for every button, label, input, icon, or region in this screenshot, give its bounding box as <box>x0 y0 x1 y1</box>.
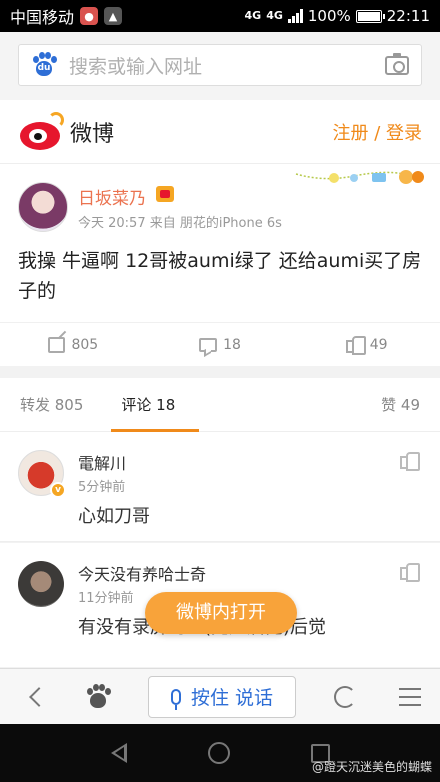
status-right: 4G 4G 100% 22:11 <box>245 7 431 25</box>
app-notification-icon: ▲ <box>104 7 123 25</box>
commenter-name[interactable]: 電解川 <box>78 450 126 474</box>
repost-icon <box>48 336 66 353</box>
paw-icon <box>85 683 111 710</box>
thumbs-up-icon <box>345 336 366 355</box>
search-placeholder: 搜索或输入网址 <box>69 55 203 78</box>
network-type: 4G <box>244 9 262 22</box>
comment-icon <box>199 337 218 352</box>
like-count: 49 <box>369 336 388 353</box>
decoration-icon <box>295 170 424 184</box>
voice-input-button[interactable]: 按住 说话 <box>148 675 296 718</box>
nav-back-icon[interactable] <box>110 743 127 763</box>
tab-reposts[interactable]: 转发 805 <box>20 378 83 432</box>
comment-button[interactable]: 18 <box>147 323 294 366</box>
voice-label: 按住 说话 <box>190 687 274 709</box>
chevron-left-icon <box>29 686 49 707</box>
register-login-link[interactable]: 注册 / 登录 <box>332 119 422 145</box>
refresh-button[interactable] <box>310 685 380 708</box>
tab-likes[interactable]: 赞 49 <box>381 378 420 432</box>
clock: 22:11 <box>386 7 430 25</box>
notification-icon: ● <box>80 7 99 25</box>
status-bar: 中国移动 ● ▲ 4G 4G 100% 22:11 <box>0 0 440 32</box>
commenter-avatar[interactable] <box>18 561 64 607</box>
comment-like-icon[interactable] <box>400 452 420 471</box>
author-avatar[interactable] <box>18 182 68 232</box>
commenter-name[interactable]: 今天没有养哈士奇 <box>78 561 206 585</box>
comment-text: 心如刀哥 <box>78 506 150 527</box>
post-text: 我操 牛逼啊 12哥被aumi绿了 还给aumi买了房子的 <box>18 250 422 302</box>
search-bar-area: du 搜索或输入网址 <box>0 32 440 100</box>
search-input[interactable]: du 搜索或输入网址 <box>18 44 422 86</box>
refresh-icon <box>334 685 356 708</box>
watermark: @蹬天沉迷美色的蝴蝶 <box>311 760 432 774</box>
verified-badge-icon: v <box>50 482 66 498</box>
comment-count: 18 <box>223 336 241 353</box>
post-meta: 今天 20:57 来自 朋花的iPhone 6s <box>78 216 282 231</box>
menu-button[interactable] <box>380 687 440 706</box>
comment-item: v 電解川 5分钟前 心如刀哥 <box>0 432 440 542</box>
author-name[interactable]: 日坂菜乃 <box>78 184 146 209</box>
comment-time: 5分钟前 <box>78 480 126 495</box>
post-action-bar: 805 18 49 <box>0 322 440 366</box>
like-button[interactable]: 49 <box>293 323 440 366</box>
comment-time: 11分钟前 <box>78 591 134 606</box>
baidu-paw-icon: du <box>31 52 57 78</box>
vip-badge-icon <box>156 186 174 202</box>
nav-home-icon[interactable] <box>207 742 230 764</box>
app-name: 微博 <box>70 121 115 147</box>
microphone-icon <box>170 688 181 710</box>
repost-button[interactable]: 805 <box>0 323 147 366</box>
open-in-weibo-button[interactable]: 微博内打开 <box>145 592 297 634</box>
battery-icon <box>355 9 385 23</box>
back-button[interactable] <box>0 686 70 707</box>
signal-icon <box>287 9 303 23</box>
weibo-header: 微博 注册 / 登录 <box>0 100 440 164</box>
signal-type: 4G <box>266 9 283 22</box>
carrier-label: 中国移动 <box>10 8 75 27</box>
battery-percent: 100% <box>307 7 351 25</box>
baidu-home-button[interactable] <box>70 683 126 710</box>
weibo-post: 日坂菜乃 今天 20:57 来自 朋花的iPhone 6s 我操 牛逼啊 12哥… <box>0 164 440 322</box>
post-tabs: 转发 805 评论 18 赞 49 <box>0 378 440 432</box>
repost-count: 805 <box>71 336 99 353</box>
tab-comments[interactable]: 评论 18 <box>111 378 200 432</box>
comment-like-icon[interactable] <box>400 563 420 582</box>
camera-icon[interactable] <box>385 52 409 75</box>
browser-toolbar: 按住 说话 <box>0 668 440 724</box>
weibo-logo-icon <box>18 111 64 152</box>
